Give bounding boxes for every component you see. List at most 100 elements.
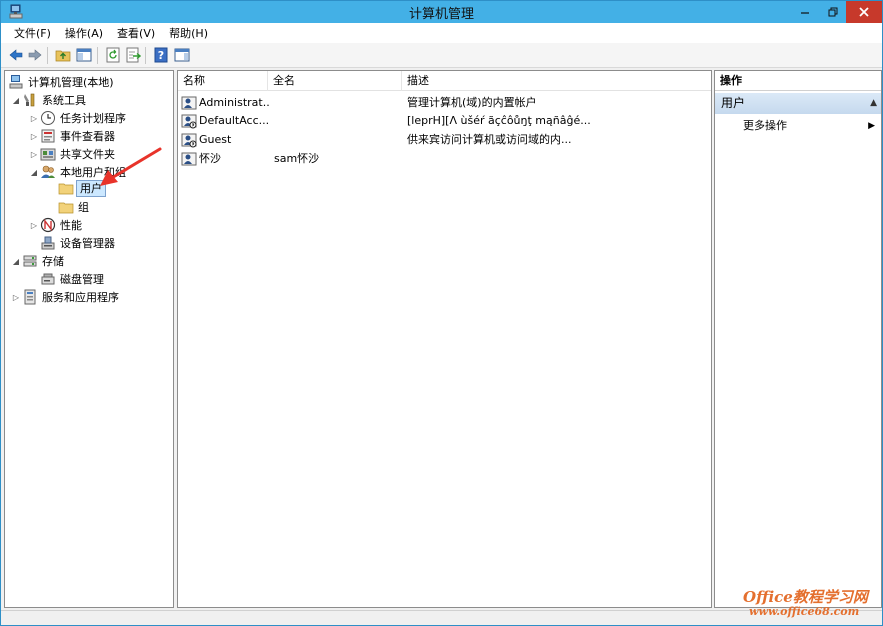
- computer-management-window: 计算机管理 文件(F) 操作(A) 查看(V) 帮助(H) ? 计算机管理(本地…: [0, 0, 883, 626]
- maximize-button[interactable]: [819, 1, 847, 23]
- up-folder-icon: [55, 50, 71, 62]
- menu-help[interactable]: 帮助(H): [162, 25, 215, 41]
- tree-item-storage[interactable]: ◢ 存储: [11, 252, 66, 270]
- user-description: 管理计算机(域)的内置帐户: [407, 96, 537, 109]
- tree-item-system-tools[interactable]: ◢ 系统工具: [11, 91, 88, 109]
- refresh-icon: [106, 47, 120, 63]
- expand-triangle-icon[interactable]: ▷: [29, 132, 39, 141]
- tree-item-device-manager[interactable]: 设备管理器: [39, 234, 117, 252]
- user-account-icon: [181, 96, 197, 110]
- user-name: 怀沙: [199, 152, 221, 165]
- user-full-name: sam怀沙: [274, 152, 320, 165]
- menu-bar: 文件(F) 操作(A) 查看(V) 帮助(H): [1, 23, 882, 43]
- column-header-description[interactable]: 描述: [402, 71, 711, 91]
- user-name: Administrat...: [199, 96, 269, 109]
- console-tree-pane[interactable]: 计算机管理(本地) ◢ 系统工具 ▷ 任务计划程序 ▷ 事件查看器 ▷ 共享文件…: [4, 70, 174, 608]
- tree-item-label: 任务计划程序: [60, 112, 126, 125]
- shared-folder-icon: [40, 148, 56, 161]
- folder-icon: [58, 183, 74, 195]
- menu-file[interactable]: 文件(F): [7, 25, 58, 41]
- window-title: 计算机管理: [408, 7, 474, 22]
- user-description: [leprH][Λ ùšéŕ ãçĉôůŋţ mąñâĝé...: [407, 114, 591, 127]
- menu-action[interactable]: 操作(A): [58, 25, 110, 41]
- users-group-icon: [41, 165, 55, 178]
- disabled-user-account-icon: [181, 114, 197, 129]
- table-row[interactable]: DefaultAcc... [leprH][Λ ùšéŕ ãçĉôůŋţ mąñ…: [178, 112, 711, 130]
- refresh-button[interactable]: [104, 46, 122, 64]
- minimize-button[interactable]: [791, 1, 819, 23]
- tree-item-label: 存储: [42, 255, 64, 268]
- collapse-triangle-icon[interactable]: ◢: [11, 96, 21, 105]
- back-button[interactable]: [7, 46, 25, 64]
- tree-item-label: 系统工具: [42, 94, 86, 107]
- forward-button[interactable]: [26, 46, 44, 64]
- tree-item-shared-folders[interactable]: ▷ 共享文件夹: [29, 145, 117, 163]
- tree-item-label: 性能: [60, 219, 82, 232]
- close-button[interactable]: [846, 1, 882, 23]
- menu-view[interactable]: 查看(V): [110, 25, 162, 41]
- list-header: 名称 全名 描述: [178, 71, 711, 91]
- minimize-icon: [801, 12, 809, 14]
- user-account-icon: [181, 152, 197, 166]
- watermark-brand: Office教程学习网: [743, 588, 868, 606]
- show-hide-action-pane-icon: [174, 48, 190, 62]
- more-actions-item[interactable]: 更多操作 ▶: [715, 116, 881, 136]
- user-name: Guest: [199, 133, 232, 146]
- folder-icon: [58, 202, 74, 214]
- up-one-level-button[interactable]: [54, 46, 72, 64]
- tree-item-performance[interactable]: ▷ 性能: [29, 216, 84, 234]
- export-list-button[interactable]: [124, 46, 142, 64]
- toolbar-separator: [145, 47, 146, 64]
- show-hide-action-pane-button[interactable]: [173, 46, 191, 64]
- tree-item-services-and-applications[interactable]: ▷ 服务和应用程序: [11, 288, 121, 306]
- clock-icon: [41, 111, 55, 125]
- expand-triangle-icon[interactable]: ▷: [29, 114, 39, 123]
- column-header-name[interactable]: 名称: [178, 71, 268, 91]
- show-hide-console-tree-button[interactable]: [75, 46, 93, 64]
- expand-triangle-icon[interactable]: ▷: [11, 293, 21, 302]
- collapse-triangle-icon[interactable]: ◢: [29, 168, 39, 177]
- help-button[interactable]: ?: [152, 46, 170, 64]
- tree-item-task-scheduler[interactable]: ▷ 任务计划程序: [29, 109, 128, 127]
- forward-arrow-icon: [28, 49, 42, 61]
- actions-section-users[interactable]: 用户 ▲: [715, 93, 881, 114]
- user-full-name: [274, 131, 399, 149]
- tree-item-label: 计算机管理(本地): [28, 76, 114, 89]
- tree-item-label: 用户: [76, 179, 106, 197]
- expand-triangle-icon[interactable]: ▷: [29, 150, 39, 159]
- show-hide-tree-icon: [76, 48, 92, 62]
- expand-triangle-icon[interactable]: ▷: [29, 221, 39, 230]
- table-row[interactable]: Guest 供来宾访问计算机或访问域的内...: [178, 131, 711, 149]
- tree-item-label: 服务和应用程序: [42, 291, 119, 304]
- toolbar-separator: [47, 47, 48, 64]
- watermark-url: www.office68.com: [749, 605, 860, 618]
- table-row[interactable]: Administrat... 管理计算机(域)的内置帐户: [178, 94, 711, 112]
- tree-item-groups[interactable]: 组: [57, 198, 91, 216]
- performance-icon: [40, 217, 56, 233]
- tree-item-computer-management[interactable]: 计算机管理(本地): [7, 73, 116, 91]
- tree-item-label: 磁盘管理: [60, 273, 104, 286]
- system-tools-icon: [24, 93, 35, 107]
- help-icon: ?: [154, 47, 168, 63]
- tree-item-label: 组: [78, 201, 89, 214]
- tree-item-label: 事件查看器: [60, 130, 115, 143]
- tree-item-event-viewer[interactable]: ▷ 事件查看器: [29, 127, 117, 145]
- column-header-full-name[interactable]: 全名: [268, 71, 402, 91]
- collapse-up-icon[interactable]: ▲: [870, 93, 877, 114]
- restore-icon: [828, 7, 838, 17]
- user-name: DefaultAcc...: [199, 114, 269, 127]
- svg-text:?: ?: [158, 49, 164, 62]
- title-bar[interactable]: 计算机管理: [1, 1, 882, 23]
- export-list-icon: [126, 47, 141, 63]
- users-list-pane[interactable]: 名称 全名 描述 Administrat... 管理计算机(域)的内置帐户 De…: [177, 70, 712, 608]
- collapse-triangle-icon[interactable]: ◢: [11, 257, 21, 266]
- table-row[interactable]: 怀沙 sam怀沙: [178, 150, 711, 168]
- disabled-user-account-icon: [181, 133, 197, 148]
- tree-item-disk-management[interactable]: 磁盘管理: [39, 270, 106, 288]
- services-icon: [24, 289, 36, 305]
- submenu-arrow-icon: ▶: [868, 121, 875, 131]
- toolbar-separator: [97, 47, 98, 64]
- tree-item-users[interactable]: 用户: [57, 179, 106, 197]
- storage-icon: [23, 255, 37, 267]
- more-actions-label: 更多操作: [743, 119, 787, 132]
